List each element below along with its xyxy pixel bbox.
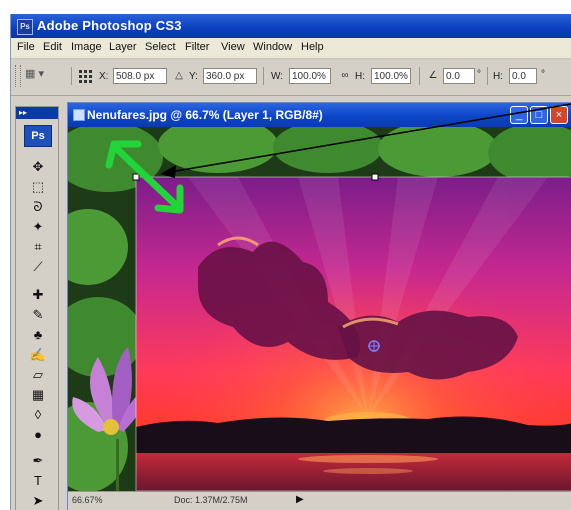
- pen-tool-icon[interactable]: ✒: [28, 451, 48, 471]
- menu-window[interactable]: Window: [253, 41, 292, 53]
- marquee-tool-icon[interactable]: ⬚: [28, 177, 48, 197]
- y-position-field[interactable]: 360.0 px: [203, 68, 257, 84]
- app-logo-icon: Ps: [17, 19, 33, 35]
- relative-position-icon[interactable]: △: [171, 68, 187, 84]
- document-title-bar[interactable]: Nenufares.jpg @ 66.7% (Layer 1, RGB/8#) …: [68, 103, 571, 127]
- type-tool-icon[interactable]: T: [28, 471, 48, 491]
- gradient-tool-icon[interactable]: ▦: [28, 385, 48, 405]
- document-canvas[interactable]: [68, 127, 571, 491]
- eraser-tool-icon[interactable]: ▱: [28, 365, 48, 385]
- crop-tool-icon[interactable]: ⌗: [28, 237, 48, 257]
- app-title: Adobe Photoshop CS3: [37, 18, 182, 33]
- status-menu-arrow-icon[interactable]: ▶: [296, 494, 304, 505]
- x-label: X:: [99, 71, 109, 82]
- document-info: Doc: 1.37M/2.75M: [174, 495, 248, 505]
- menu-image[interactable]: Image: [71, 41, 102, 53]
- menu-select[interactable]: Select: [145, 41, 176, 53]
- close-button[interactable]: ×: [550, 106, 568, 124]
- document-title: Nenufares.jpg @ 66.7% (Layer 1, RGB/8#): [87, 108, 323, 122]
- tool-preset-picker[interactable]: ▦ ▾: [25, 67, 65, 87]
- move-tool-icon[interactable]: ✥: [28, 157, 48, 177]
- menu-edit[interactable]: Edit: [43, 41, 62, 53]
- tools-panel-header[interactable]: ▸▸: [16, 107, 58, 119]
- path-selection-icon[interactable]: ➤: [28, 491, 48, 510]
- zoom-field[interactable]: 66.67%: [72, 495, 132, 509]
- skew-unit: °: [541, 69, 545, 80]
- menu-help[interactable]: Help: [301, 41, 324, 53]
- link-icon[interactable]: ∞: [337, 68, 353, 84]
- transform-handle[interactable]: [371, 173, 379, 181]
- angle-icon: ∠: [428, 70, 438, 81]
- photoshop-button[interactable]: Ps: [24, 125, 52, 147]
- height-field[interactable]: 100.0%: [371, 68, 411, 84]
- dodge-tool-icon[interactable]: ●: [28, 425, 48, 445]
- app-title-bar[interactable]: Ps Adobe Photoshop CS3: [11, 14, 571, 38]
- document-window: Nenufares.jpg @ 66.7% (Layer 1, RGB/8#) …: [67, 102, 571, 510]
- x-position-field[interactable]: 508.0 px: [113, 68, 167, 84]
- w-label: W:: [271, 71, 284, 82]
- brush-tool-icon[interactable]: ✎: [28, 305, 48, 325]
- menu-view[interactable]: View: [221, 41, 245, 53]
- document-icon: [73, 109, 85, 121]
- sunset-layer: [135, 176, 571, 491]
- skew-h-field[interactable]: 0.0: [509, 68, 537, 84]
- status-bar: 66.67% Doc: 1.37M/2.75M ▶: [68, 491, 571, 510]
- h-label: H:: [355, 71, 365, 82]
- separator: [263, 67, 264, 85]
- options-bar: ▦ ▾ X: 508.0 px △ Y: 360.0 px W: 100.0% …: [11, 59, 571, 96]
- menu-filter[interactable]: Filter: [185, 41, 209, 53]
- healing-brush-icon[interactable]: ✚: [28, 285, 48, 305]
- angle-unit: °: [477, 69, 481, 80]
- separator: [71, 67, 72, 85]
- reference-point-icon[interactable]: [77, 68, 93, 84]
- minimize-button[interactable]: _: [510, 106, 528, 124]
- menu-layer[interactable]: Layer: [109, 41, 137, 53]
- y-label: Y:: [189, 71, 198, 82]
- blur-tool-icon[interactable]: ◊: [28, 405, 48, 425]
- history-brush-icon[interactable]: ✍: [28, 345, 48, 365]
- width-field[interactable]: 100.0%: [289, 68, 331, 84]
- separator: [487, 67, 488, 85]
- separator: [419, 67, 420, 85]
- lasso-tool-icon[interactable]: ᘐ: [28, 197, 48, 217]
- angle-field[interactable]: 0.0: [443, 68, 475, 84]
- magic-wand-tool-icon[interactable]: ✦: [28, 217, 48, 237]
- skew-h-label: H:: [493, 71, 503, 82]
- slice-tool-icon[interactable]: ⟋: [28, 257, 48, 277]
- canvas-image: [68, 127, 571, 491]
- photoshop-window: Ps Adobe Photoshop CS3 File Edit Image L…: [10, 14, 571, 510]
- options-grip[interactable]: [15, 65, 21, 87]
- menu-bar: File Edit Image Layer Select Filter View…: [11, 38, 571, 59]
- maximize-button[interactable]: □: [530, 106, 548, 124]
- transform-handle[interactable]: [132, 173, 140, 181]
- tools-panel: ▸▸ Ps ✥ ⬚ ᘐ ✦ ⌗ ⟋ ✚ ✎ ♣ ✍ ▱ ▦ ◊ ● ✒ T ➤: [15, 106, 59, 510]
- clone-stamp-icon[interactable]: ♣: [28, 325, 48, 345]
- menu-file[interactable]: File: [17, 41, 35, 53]
